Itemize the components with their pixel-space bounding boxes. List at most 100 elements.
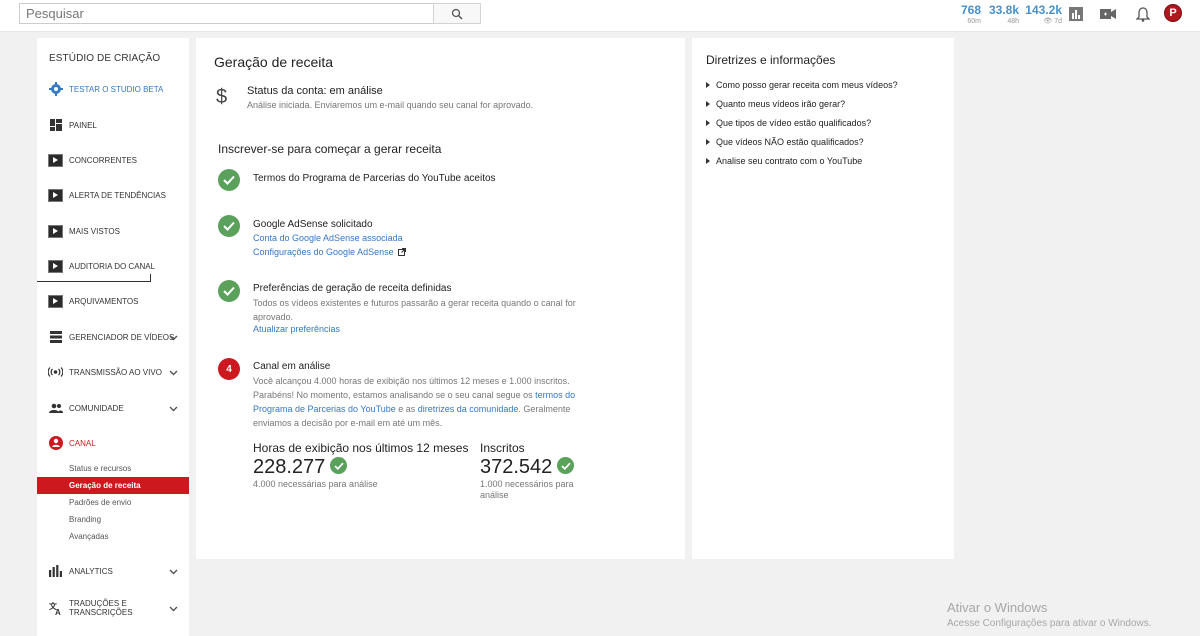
chevron-down-icon: [169, 606, 178, 611]
stat-period: 60m: [967, 18, 981, 25]
sidebar-item-transmissao[interactable]: TRANSMISSÃO AO VIVO: [37, 361, 189, 383]
step-partner-terms-title: Termos do Programa de Parcerias do YouTu…: [253, 173, 496, 184]
bar-chart-icon: [1069, 7, 1083, 21]
sidebar-title: ESTÚDIO DE CRIAÇÃO: [49, 53, 161, 64]
sidebar-subitem-padroes-envio[interactable]: Padrões de envio: [37, 494, 189, 511]
sidebar-subitem-status[interactable]: Status e recursos: [37, 460, 189, 477]
guideline-label: Quanto meus vídeos irão gerar?: [716, 99, 846, 109]
guideline-item[interactable]: Que vídeos NÃO estão qualificados?: [706, 137, 864, 147]
chevron-down-icon: [169, 370, 178, 375]
step-review-text-4: enviamos a decisão por e-mail em até um …: [253, 418, 443, 428]
adsense-account-link[interactable]: Conta do Google AdSense associada: [253, 233, 403, 243]
stat-value: 143.2k: [1025, 3, 1062, 17]
upload-video-button[interactable]: [1100, 6, 1116, 22]
search-button[interactable]: [433, 3, 481, 24]
subscribers-requirement-2: análise: [480, 490, 509, 500]
step-preferences-text-2: aprovado.: [253, 312, 294, 322]
sidebar-item-traducoes[interactable]: 文A TRADUÇÕES E TRANSCRIÇÕES: [37, 595, 189, 621]
guideline-item[interactable]: Que tipos de vídeo estão qualificados?: [706, 118, 871, 128]
step-review-text-2: Parabéns! No momento, estamos analisando…: [253, 388, 575, 402]
page-title: Geração de receita: [214, 54, 334, 70]
watch-hours-requirement: 4.000 necessárias para análise: [253, 479, 378, 489]
gear-icon: [48, 82, 63, 97]
sidebar-item-alerta-tendencias[interactable]: ALERTA DE TENDÊNCIAS: [37, 184, 189, 206]
stat-value: 33.8k: [988, 3, 1019, 17]
sidebar-item-label: CANAL: [69, 438, 96, 448]
analytics-button[interactable]: [1068, 6, 1084, 22]
stat-7d[interactable]: 143.2k 👁 7d: [1022, 4, 1062, 26]
guideline-item[interactable]: Quanto meus vídeos irão gerar?: [706, 99, 845, 109]
sidebar-subitem-label: Status e recursos: [69, 464, 132, 473]
dashboard-icon: [48, 118, 63, 133]
stat-period: 👁 7d: [1022, 17, 1062, 26]
sidebar-item-label: TRANSMISSÃO AO VIVO: [69, 367, 162, 377]
sidebar-item-label: ALERTA DE TENDÊNCIAS: [69, 190, 166, 200]
sidebar-item-arquivamentos[interactable]: ARQUIVAMENTOS: [37, 290, 189, 312]
live-icon: [48, 365, 63, 380]
eye-icon: 👁: [1043, 18, 1053, 25]
account-avatar[interactable]: P: [1164, 4, 1182, 22]
step-review-text: Parabéns! No momento, estamos analisando…: [253, 390, 536, 400]
step-adsense-title: Google AdSense solicitado: [253, 219, 373, 230]
video-camera-icon: [1100, 9, 1116, 19]
sidebar-item-concorrentes[interactable]: CONCORRENTES: [37, 149, 189, 171]
sidebar-item-comunidade[interactable]: COMUNIDADE: [37, 397, 189, 419]
search-input[interactable]: [19, 3, 434, 24]
stat-60m[interactable]: 768 60m: [950, 4, 981, 26]
triangle-right-icon: [706, 120, 710, 126]
sidebar-item-auditoria[interactable]: AUDITORIA DO CANAL: [37, 255, 189, 277]
sidebar-item-painel[interactable]: PAINEL: [37, 114, 189, 136]
sidebar-subitem-label: Padrões de envio: [69, 498, 132, 507]
check-icon: [330, 457, 347, 474]
sidebar-item-mais-vistos[interactable]: MAIS VISTOS: [37, 220, 189, 242]
check-icon: [218, 169, 240, 191]
guideline-item[interactable]: Analise seu contrato com o YouTube: [706, 156, 862, 166]
partner-terms-link-a[interactable]: termos do: [535, 390, 575, 400]
adsense-settings-link[interactable]: Configurações do Google AdSense: [253, 247, 407, 257]
step-review-text: . Geralmente: [518, 404, 571, 414]
sidebar-subitem-label: Branding: [69, 515, 102, 524]
update-preferences-link[interactable]: Atualizar preferências: [253, 324, 340, 334]
adsense-settings-link-label: Configurações do Google AdSense: [253, 247, 394, 257]
sidebar-subitem-geracao-receita[interactable]: Geração de receita: [37, 477, 189, 494]
community-guidelines-link[interactable]: diretrizes da comunidade: [418, 404, 519, 414]
sidebar-subitem-avancadas[interactable]: Avançadas: [37, 528, 189, 545]
step-review-text: e as: [395, 404, 418, 414]
divider: [37, 281, 151, 282]
subscribers-value: 372.542: [480, 456, 553, 478]
watch-hours-value: 228.277: [253, 456, 326, 478]
guideline-item[interactable]: Como posso gerar receita com meus vídeos…: [706, 80, 898, 90]
step-review-text-3: Programa de Parcerias do YouTube e as di…: [253, 402, 570, 416]
subscribe-heading: Inscrever-se para começar a gerar receit…: [218, 142, 442, 156]
triangle-right-icon: [706, 101, 710, 107]
guideline-label: Que vídeos NÃO estão qualificados?: [716, 137, 864, 147]
sidebar-item-label: TESTAR O STUDIO BETA: [69, 84, 164, 94]
translate-icon: 文A: [48, 601, 63, 616]
sidebar-item-analytics[interactable]: ANALYTICS: [37, 560, 189, 582]
sidebar-item-label: ARQUIVAMENTOS: [69, 296, 139, 306]
sidebar-item-label: GERENCIADOR DE VÍDEOS: [69, 332, 175, 342]
sidebar-item-canal[interactable]: CANAL: [37, 432, 189, 454]
sidebar: ESTÚDIO DE CRIAÇÃO TESTAR O STUDIO BETA …: [37, 38, 189, 636]
stat-48h[interactable]: 33.8k 48h: [985, 4, 1019, 26]
sidebar-item-studio-beta[interactable]: TESTAR O STUDIO BETA: [37, 78, 189, 100]
guideline-label: Como posso gerar receita com meus vídeos…: [716, 80, 898, 90]
sidebar-item-gerenciador-videos[interactable]: GERENCIADOR DE VÍDEOS: [37, 326, 189, 348]
sidebar-subitem-label: Geração de receita: [69, 481, 141, 490]
chevron-down-icon: [169, 406, 178, 411]
svg-text:A: A: [55, 608, 61, 615]
partner-terms-link-b[interactable]: Programa de Parcerias do YouTube: [253, 404, 396, 414]
sidebar-subitem-branding[interactable]: Branding: [37, 511, 189, 528]
step-review-text-1: Você alcançou 4.000 horas de exibição no…: [253, 376, 570, 386]
tubebuddy-icon: [48, 259, 63, 274]
sidebar-item-label: CONCORRENTES: [69, 155, 138, 165]
subscribers-requirement: 1.000 necessários para: [480, 479, 574, 489]
video-manager-icon: [48, 330, 63, 345]
sidebar-item-label: COMUNIDADE: [69, 403, 124, 413]
subscribers-label: Inscritos: [480, 441, 525, 455]
notifications-button[interactable]: [1135, 6, 1151, 22]
chevron-down-icon: [169, 335, 178, 340]
divider: [150, 274, 151, 282]
tubebuddy-icon: [48, 153, 63, 168]
monetization-panel: Geração de receita $ Status da conta: em…: [196, 38, 685, 559]
